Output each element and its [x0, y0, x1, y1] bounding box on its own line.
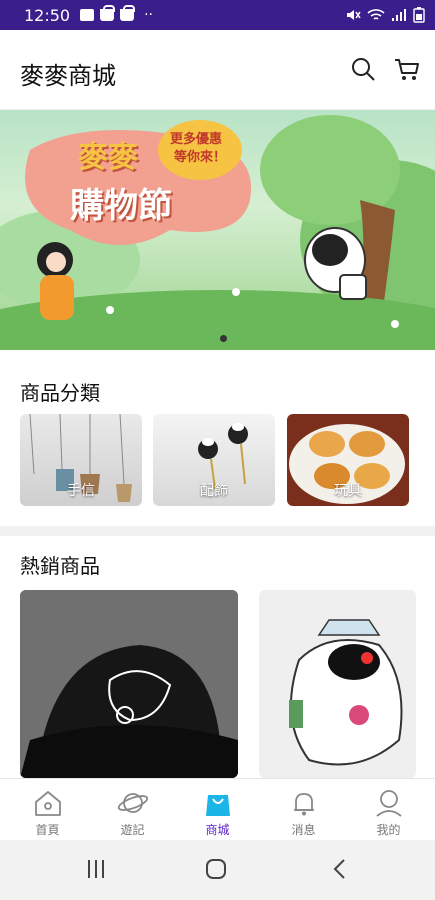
- category-toys[interactable]: 玩具: [287, 414, 409, 506]
- shopping-bag-icon: [100, 5, 116, 21]
- tab-label: 商城: [205, 823, 230, 837]
- tab-profile[interactable]: 我的: [345, 779, 432, 841]
- tab-messages[interactable]: 消息: [260, 779, 347, 841]
- mute-icon: [347, 10, 361, 20]
- planet-icon: [117, 793, 149, 813]
- tab-home[interactable]: 首頁: [4, 779, 91, 841]
- banner-title-2: 購物節: [70, 186, 172, 226]
- bell-icon: [294, 793, 314, 816]
- banner-bubble-1: 更多優惠: [170, 132, 223, 147]
- search-icon[interactable]: [350, 56, 376, 82]
- pillow-image: [259, 590, 416, 778]
- battery-icon: [413, 7, 425, 23]
- bottom-tab-bar: 首頁 遊記 商城 消息 我的: [0, 778, 435, 840]
- product-card-pillow[interactable]: [259, 590, 416, 778]
- signal-icon: [392, 9, 406, 21]
- home-icon: [35, 791, 61, 816]
- system-nav-bar: [0, 840, 435, 900]
- page-title: 麥麥商城: [20, 62, 116, 90]
- tab-travel-notes[interactable]: 遊記: [89, 779, 176, 841]
- cart-icon[interactable]: [394, 56, 420, 82]
- cap-image: [20, 590, 238, 778]
- category-label: 配飾: [200, 483, 228, 499]
- carousel-indicator[interactable]: [220, 335, 227, 342]
- tab-label: 我的: [376, 823, 401, 837]
- banner-title-1: 麥麥: [78, 140, 138, 175]
- system-icons: [345, 7, 425, 23]
- tab-mall[interactable]: 商城: [174, 779, 261, 841]
- shopping-bag-icon: [120, 5, 136, 21]
- product-card-cap[interactable]: [20, 590, 238, 778]
- status-bar: 12:50 ··: [0, 0, 435, 30]
- recent-apps-icon[interactable]: [86, 858, 106, 880]
- tab-label: 消息: [291, 823, 316, 837]
- promo-banner[interactable]: 麥麥 購物節 更多優惠 等你來！: [0, 110, 435, 350]
- image-icon: [80, 9, 95, 21]
- section-divider: [0, 526, 435, 536]
- status-time: 12:50: [24, 5, 71, 25]
- profile-icon: [376, 790, 402, 817]
- app-header: 麥麥商城: [0, 30, 435, 110]
- category-souvenirs[interactable]: 手信: [20, 414, 142, 506]
- category-label: 玩具: [334, 483, 362, 499]
- tab-label: 首頁: [35, 823, 60, 837]
- back-icon[interactable]: [332, 858, 348, 880]
- shopping-bag-icon: [206, 795, 230, 816]
- hot-title: 熱銷商品: [20, 554, 100, 578]
- category-label: 手信: [67, 483, 95, 499]
- category-accessories[interactable]: 配飾: [153, 414, 275, 506]
- tab-label: 遊記: [120, 823, 145, 837]
- home-button-icon[interactable]: [205, 858, 227, 880]
- banner-bubble-2: 等你來！: [174, 150, 227, 165]
- category-title: 商品分類: [20, 381, 100, 405]
- wifi-icon: [367, 9, 385, 20]
- more-dots: ··: [144, 7, 154, 23]
- notification-icons: ··: [80, 5, 154, 23]
